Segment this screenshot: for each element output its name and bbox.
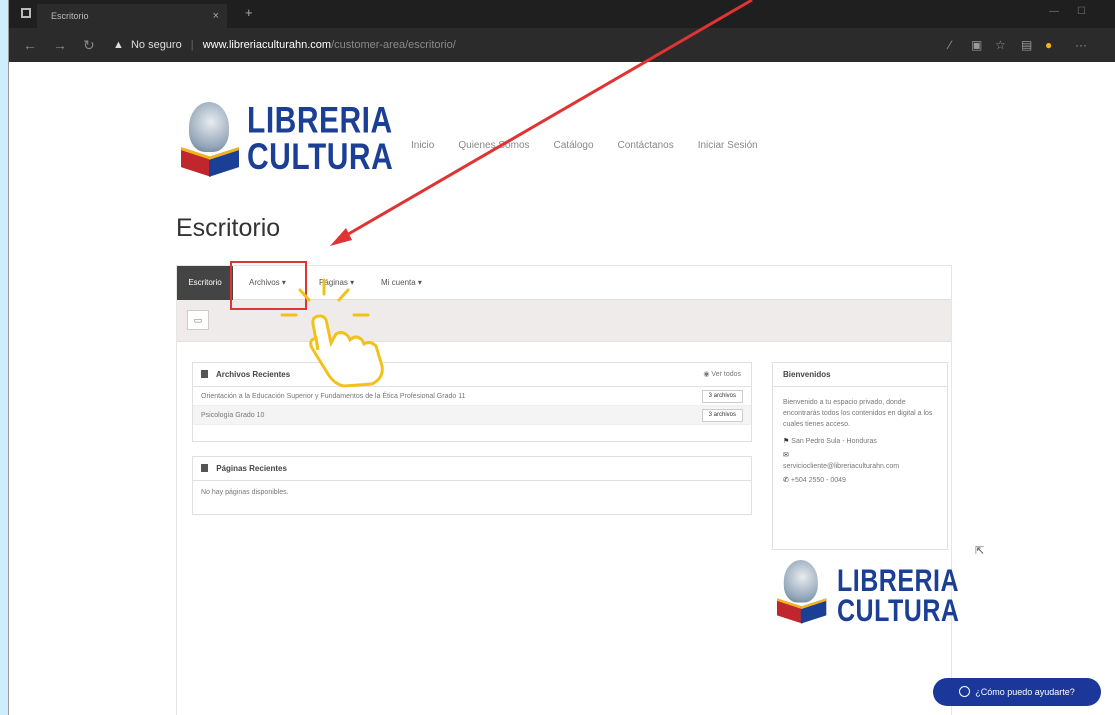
chat-button[interactable]: ¿Cómo puedo ayudarte? <box>933 678 1101 706</box>
chat-label: ¿Cómo puedo ayudarte? <box>975 687 1075 697</box>
whatsapp-icon <box>959 686 971 697</box>
annotation-overlay <box>280 0 753 388</box>
pointer-arrow <box>344 0 753 238</box>
hand-cursor-icon <box>280 278 384 388</box>
mouse-pointer-icon: ⇱ <box>975 545 985 557</box>
arrow-head-icon <box>330 228 352 246</box>
